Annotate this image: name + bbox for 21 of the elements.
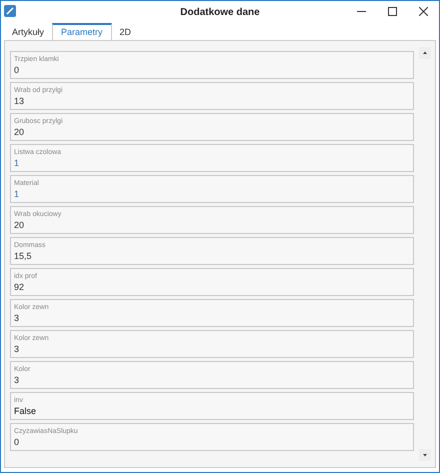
field-value: 3: [14, 312, 20, 324]
field-value: 20: [14, 218, 26, 230]
field-value: 0: [14, 436, 20, 448]
field-value: 13: [14, 94, 26, 106]
field-value: 3: [14, 374, 20, 386]
maximize-icon[interactable]: [388, 7, 397, 16]
field-value: False: [14, 404, 38, 416]
field-value: 20: [14, 126, 26, 138]
tab[interactable]: Parametry: [52, 23, 112, 40]
field-value: 92: [14, 280, 26, 292]
field-value: 0: [14, 64, 20, 76]
minimize-icon[interactable]: [357, 11, 366, 13]
field-value: 1: [14, 188, 20, 200]
close-icon[interactable]: [419, 7, 428, 16]
field-value: 1: [14, 156, 20, 168]
field-value: 15,5: [14, 250, 33, 262]
scroll-down-icon[interactable]: [419, 449, 431, 461]
app-icon: [4, 5, 16, 17]
field-value: 3: [14, 342, 20, 354]
scroll-up-icon[interactable]: [419, 47, 431, 59]
window-title: Dodatkowe dane: [180, 6, 260, 20]
